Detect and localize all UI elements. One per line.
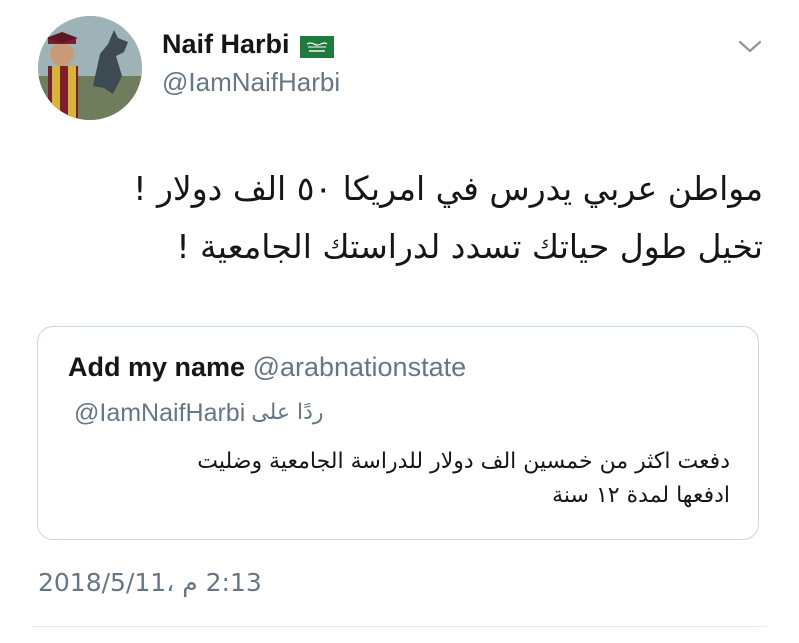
avatar-image bbox=[38, 16, 142, 120]
tweet-timestamp[interactable]: 2:13 م ،2018/5/11 bbox=[38, 566, 262, 600]
quoted-tweet-header: Add my name @arabnationstate bbox=[68, 351, 466, 383]
author-handle[interactable]: @IamNaifHarbi bbox=[162, 66, 340, 98]
quoted-author-name: Add my name bbox=[68, 352, 246, 382]
author-display-name[interactable]: Naif Harbi bbox=[162, 28, 334, 60]
quoted-tweet-text: دفعت اكثر من خمسين الف دولار للدراسة الج… bbox=[197, 449, 730, 508]
reply-to-line: @IamNaifHarbi ردًا على bbox=[74, 397, 324, 429]
tweet-view: Naif Harbi @IamNaifHarbi مواطن عربي يدرس… bbox=[0, 0, 799, 643]
quoted-tweet-card[interactable]: Add my name @arabnationstate @IamNaifHar… bbox=[37, 326, 759, 540]
chevron-down-icon[interactable] bbox=[737, 38, 763, 56]
quoted-author-handle: @arabnationstate bbox=[252, 352, 467, 382]
reply-to-label: ردًا على bbox=[251, 400, 324, 425]
author-name-text: Naif Harbi bbox=[162, 29, 290, 59]
avatar[interactable] bbox=[38, 16, 142, 120]
reply-to-handle[interactable]: @IamNaifHarbi bbox=[74, 397, 245, 429]
divider bbox=[32, 626, 767, 627]
saudi-flag-icon bbox=[299, 33, 334, 58]
tweet-text: مواطن عربي يدرس في امريكا ٥٠ الف دولار !… bbox=[133, 169, 763, 266]
